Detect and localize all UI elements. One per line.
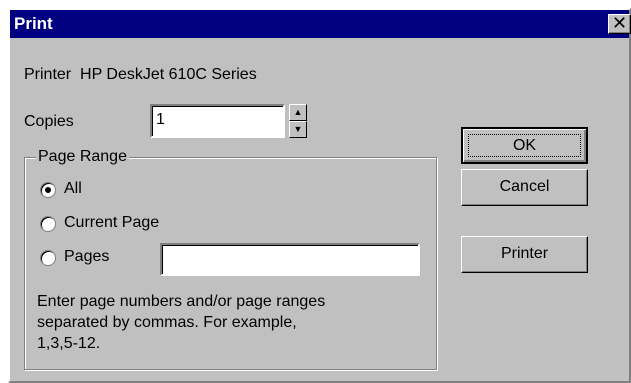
radio-all-label: All — [64, 180, 82, 197]
spin-down-button[interactable]: ▼ — [289, 121, 307, 138]
page-range-legend: Page Range — [36, 148, 129, 166]
printer-button[interactable]: Printer — [461, 236, 588, 273]
copies-input[interactable]: 1 — [150, 104, 285, 138]
arrow-down-icon: ▼ — [293, 124, 303, 134]
radio-button[interactable] — [40, 250, 56, 266]
printer-name: HP DeskJet 610C Series — [80, 66, 257, 83]
radio-pages-label: Pages — [64, 248, 110, 265]
ok-button-label: OK — [512, 137, 537, 154]
radio-current-page-label: Current Page — [64, 214, 160, 231]
title-bar[interactable]: Print ✕ — [10, 10, 631, 38]
printer-button-label: Printer — [500, 245, 549, 262]
cancel-button[interactable]: Cancel — [461, 169, 588, 206]
radio-button[interactable] — [40, 216, 56, 232]
printer-label: Printer — [24, 66, 72, 83]
print-dialog: Print ✕ Printer HP DeskJet 610C Series C… — [8, 8, 631, 383]
radio-button[interactable] — [40, 182, 56, 198]
pages-input[interactable] — [160, 243, 420, 276]
copies-spinner[interactable]: ▲ ▼ — [289, 104, 307, 138]
radio-selected-dot — [45, 187, 51, 193]
copies-label: Copies — [24, 113, 74, 130]
dialog-title: Print — [14, 14, 53, 33]
ok-button[interactable]: OK — [461, 127, 588, 164]
arrow-up-icon: ▲ — [293, 107, 303, 117]
printer-info: Printer HP DeskJet 610C Series — [24, 66, 257, 84]
cancel-button-label: Cancel — [499, 178, 550, 195]
close-icon: ✕ — [611, 14, 628, 33]
close-button[interactable]: ✕ — [608, 14, 631, 34]
spin-up-button[interactable]: ▲ — [289, 104, 307, 121]
page-range-help-text: Enter page numbers and/or page ranges se… — [37, 293, 326, 352]
